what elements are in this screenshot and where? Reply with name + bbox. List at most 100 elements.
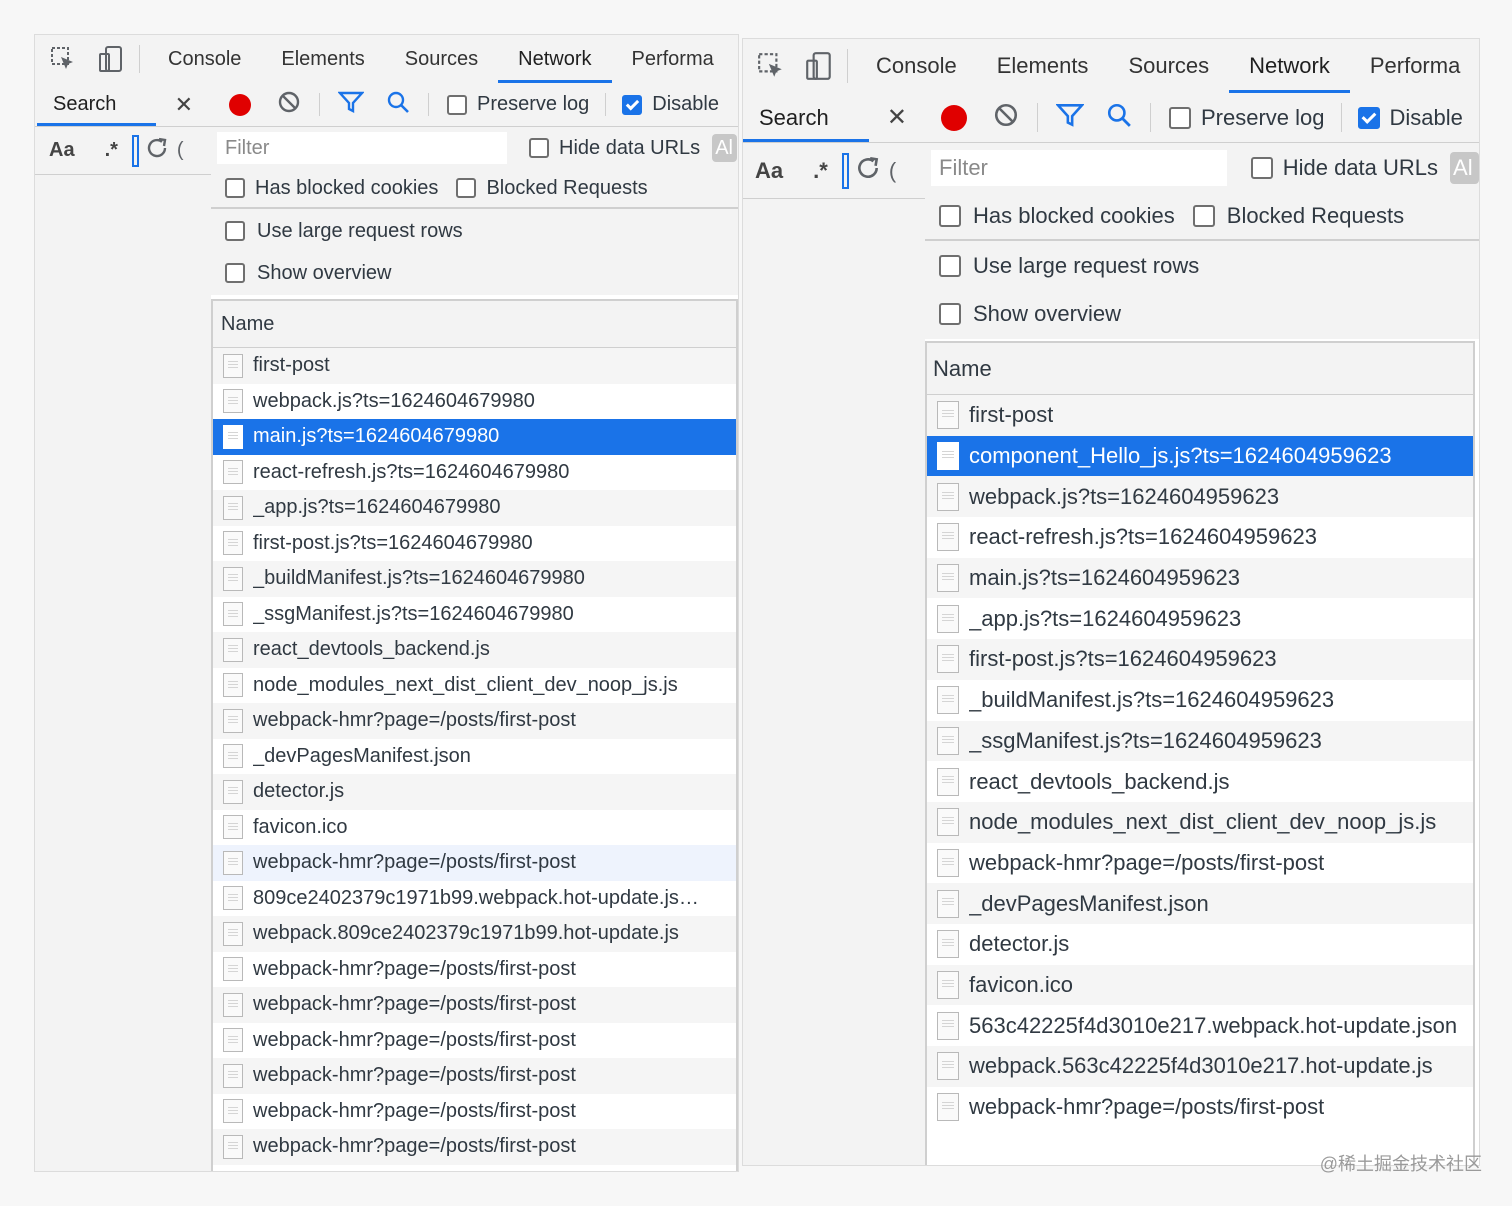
preserve-log-checkbox[interactable]: [1169, 106, 1191, 129]
request-row[interactable]: first-post: [927, 395, 1473, 436]
request-row[interactable]: webpack.js?ts=1624604959623: [927, 476, 1473, 518]
request-row[interactable]: _ssgManifest.js?ts=1624604679980: [213, 596, 736, 632]
search-icon[interactable]: [1106, 102, 1132, 134]
network-toolbar: Preserve log Disable: [925, 93, 1479, 143]
preserve-log-checkbox[interactable]: [447, 94, 467, 115]
request-row[interactable]: node_modules_next_dist_client_dev_noop_j…: [213, 667, 736, 703]
device-toolbar-icon[interactable]: [91, 35, 131, 83]
request-row[interactable]: _app.js?ts=1624604959623: [927, 598, 1473, 640]
tab-sources[interactable]: Sources: [385, 35, 498, 83]
hide-data-urls-checkbox[interactable]: [529, 138, 549, 158]
request-row[interactable]: webpack-hmr?page=/posts/first-post: [213, 987, 736, 1023]
tab-elements[interactable]: Elements: [261, 35, 384, 83]
regex-button[interactable]: .*: [105, 139, 118, 162]
close-icon[interactable]: ✕: [175, 92, 193, 118]
request-row[interactable]: webpack-hmr?page=/posts/first-post: [213, 1093, 736, 1129]
request-row[interactable]: webpack-hmr?page=/posts/first-post: [213, 951, 736, 987]
show-overview-checkbox[interactable]: [939, 303, 961, 325]
request-row[interactable]: favicon.ico: [213, 809, 736, 845]
search-icon[interactable]: [386, 90, 410, 120]
refresh-icon[interactable]: [145, 136, 169, 166]
match-case-button[interactable]: Aa: [49, 139, 75, 162]
close-icon[interactable]: ✕: [887, 103, 907, 132]
request-row[interactable]: _buildManifest.js?ts=1624604679980: [213, 561, 736, 597]
tab-network[interactable]: Network: [498, 35, 612, 83]
disable-cache-label: Disable: [652, 93, 719, 115]
inspect-element-icon[interactable]: [743, 39, 799, 93]
show-overview-checkbox[interactable]: [225, 263, 245, 283]
filter-input[interactable]: Filter: [931, 150, 1227, 186]
request-row[interactable]: 809ce2402379c1971b99.webpack.hot-update.…: [213, 880, 736, 916]
request-row[interactable]: webpack.js?ts=1624604679980: [213, 383, 736, 419]
clear-icon[interactable]: (: [889, 158, 896, 184]
refresh-icon[interactable]: [855, 155, 881, 187]
request-row[interactable]: webpack.809ce2402379c1971b99.hot-update.…: [213, 916, 736, 952]
request-name: react-refresh.js?ts=1624604679980: [253, 460, 570, 483]
request-row[interactable]: webpack-hmr?page=/posts/first-post: [213, 1058, 736, 1094]
request-row[interactable]: detector.js: [213, 774, 736, 810]
request-row[interactable]: webpack.563c42225f4d3010e217.hot-update.…: [927, 1046, 1473, 1087]
clear-log-icon[interactable]: [277, 90, 301, 120]
request-row[interactable]: _buildManifest.js?ts=1624604959623: [927, 679, 1473, 721]
large-rows-checkbox[interactable]: [939, 255, 961, 277]
match-case-button[interactable]: Aa: [755, 158, 783, 184]
search-tab[interactable]: Search: [743, 93, 869, 142]
filter-input[interactable]: Filter: [217, 132, 507, 164]
devtools-panel-left: Console Elements Sources Network Perform…: [34, 34, 739, 1172]
request-row[interactable]: webpack-hmr?page=/posts/first-post: [213, 845, 736, 881]
record-button[interactable]: [229, 93, 251, 116]
clear-log-icon[interactable]: [993, 102, 1019, 134]
search-tab[interactable]: Search: [36, 83, 157, 126]
large-rows-checkbox[interactable]: [225, 221, 245, 241]
request-row[interactable]: webpack-hmr?page=/posts/first-post: [213, 703, 736, 739]
device-toolbar-icon[interactable]: [799, 39, 839, 93]
blocked-requests-checkbox[interactable]: [1192, 205, 1215, 227]
request-row[interactable]: first-post.js?ts=1624604959623: [927, 639, 1473, 680]
request-row[interactable]: component_Hello_js.js?ts=1624604959623: [927, 435, 1473, 477]
request-row[interactable]: react-refresh.js?ts=1624604679980: [213, 454, 736, 490]
request-row[interactable]: react_devtools_backend.js: [213, 632, 736, 668]
blocked-requests-checkbox[interactable]: [456, 178, 477, 198]
request-row[interactable]: _app.js?ts=1624604679980: [213, 490, 736, 526]
request-row[interactable]: webpack-hmr?page=/posts/first-post: [213, 1129, 736, 1165]
request-name: webpack-hmr?page=/posts/first-post: [253, 1028, 576, 1051]
tab-console[interactable]: Console: [856, 39, 977, 93]
hide-data-urls-checkbox[interactable]: [1250, 157, 1273, 179]
filter-icon[interactable]: [337, 90, 365, 120]
request-row[interactable]: webpack-hmr?page=/posts/first-post: [927, 842, 1473, 884]
request-row[interactable]: react-refresh.js?ts=1624604959623: [927, 517, 1473, 558]
filter-icon[interactable]: [1055, 102, 1085, 134]
request-row[interactable]: first-post.js?ts=1624604679980: [213, 525, 736, 561]
request-row[interactable]: favicon.ico: [927, 964, 1473, 1006]
request-row[interactable]: webpack-hmr?page=/posts/first-post: [213, 1022, 736, 1058]
tab-sources[interactable]: Sources: [1108, 39, 1229, 93]
request-row[interactable]: react_devtools_backend.js: [927, 761, 1473, 802]
all-filter-button[interactable]: Al: [1450, 152, 1479, 184]
request-row[interactable]: node_modules_next_dist_client_dev_noop_j…: [927, 801, 1473, 843]
name-column-header[interactable]: Name: [927, 343, 1473, 395]
request-row[interactable]: first-post: [213, 348, 736, 384]
request-row[interactable]: detector.js: [927, 923, 1473, 965]
regex-button[interactable]: .*: [813, 158, 828, 184]
tab-performance[interactable]: Performa: [1350, 39, 1460, 93]
has-blocked-cookies-checkbox[interactable]: [939, 205, 961, 227]
inspect-element-icon[interactable]: [35, 35, 91, 83]
has-blocked-cookies-checkbox[interactable]: [225, 178, 245, 198]
tab-console[interactable]: Console: [148, 35, 261, 83]
all-filter-button[interactable]: Al: [712, 134, 738, 162]
request-row[interactable]: webpack-hmr?page=/posts/first-post: [927, 1086, 1473, 1128]
request-row[interactable]: 563c42225f4d3010e217.webpack.hot-update.…: [927, 1005, 1473, 1046]
clear-icon[interactable]: (: [177, 139, 184, 162]
request-row[interactable]: main.js?ts=1624604679980: [213, 419, 736, 455]
request-row[interactable]: _ssgManifest.js?ts=1624604959623: [927, 720, 1473, 762]
request-row[interactable]: _devPagesManifest.json: [927, 883, 1473, 924]
request-row[interactable]: main.js?ts=1624604959623: [927, 557, 1473, 599]
name-column-header[interactable]: Name: [213, 301, 736, 348]
tab-performance[interactable]: Performa: [612, 35, 714, 83]
tab-elements[interactable]: Elements: [977, 39, 1109, 93]
record-button[interactable]: [941, 104, 967, 131]
request-row[interactable]: _devPagesManifest.json: [213, 738, 736, 774]
disable-cache-checkbox[interactable]: [1357, 106, 1380, 129]
disable-cache-checkbox[interactable]: [622, 94, 643, 115]
tab-network[interactable]: Network: [1229, 39, 1350, 93]
